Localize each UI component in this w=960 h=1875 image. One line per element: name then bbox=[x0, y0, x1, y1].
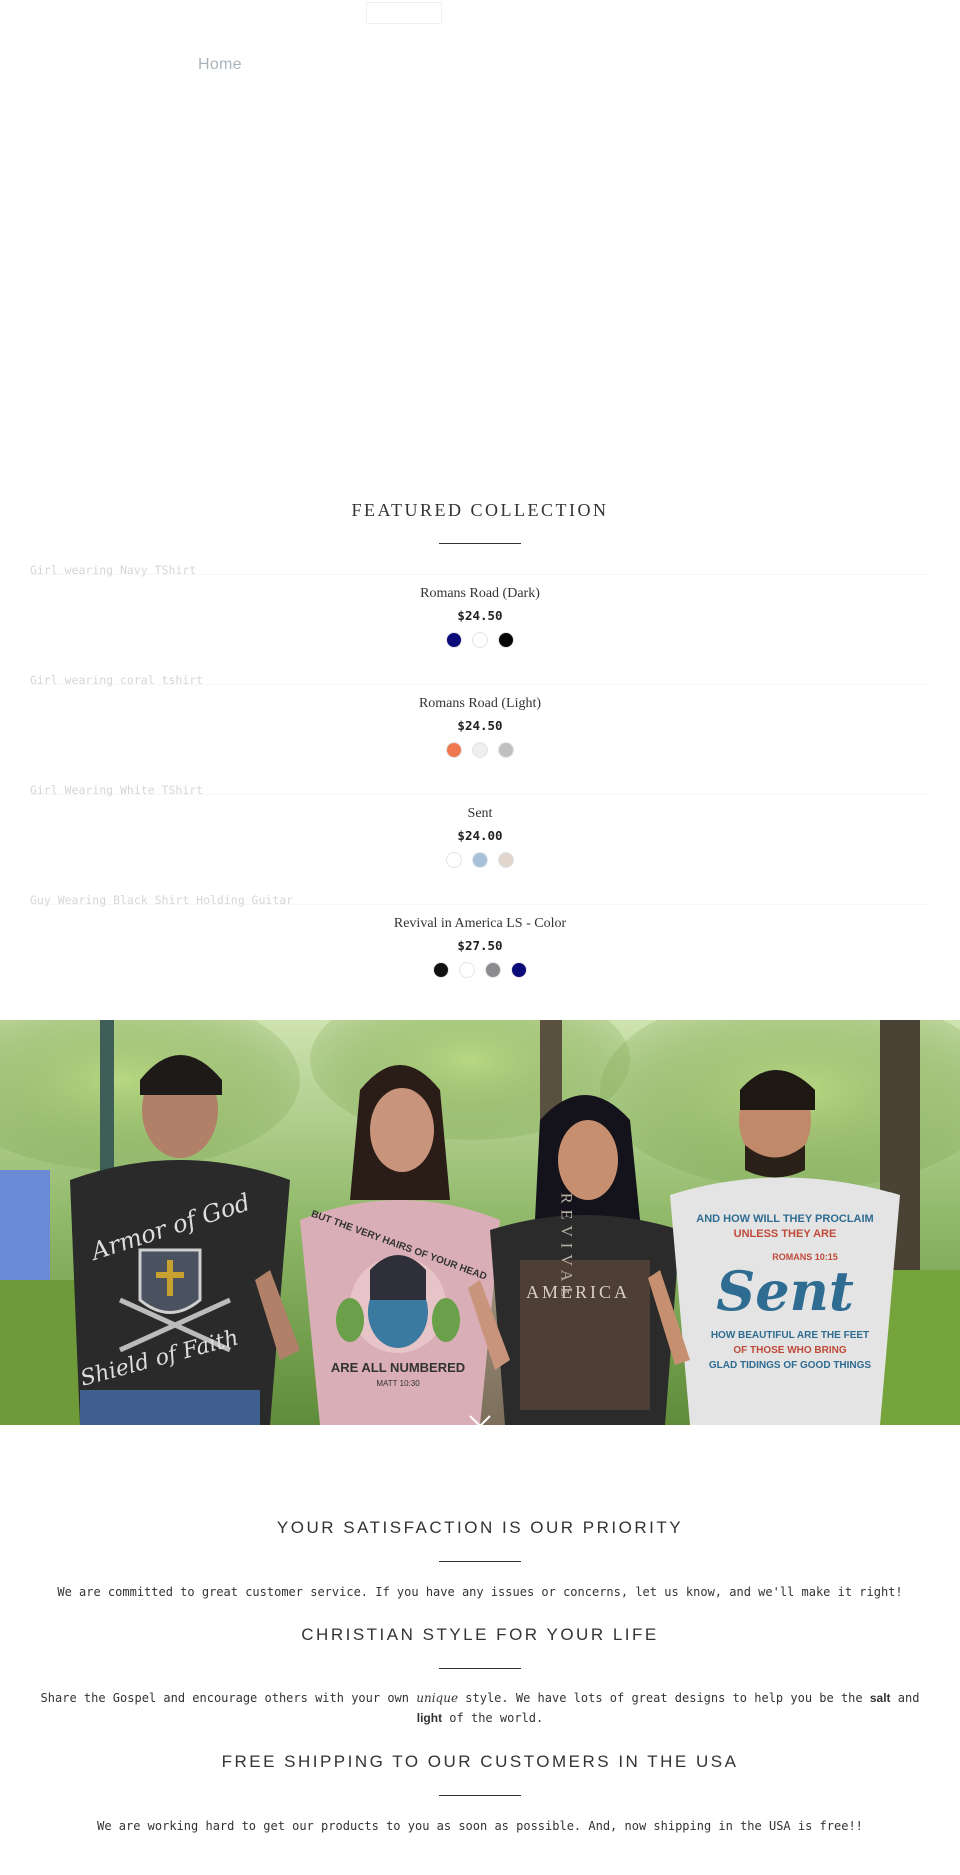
shirt-text: Sent bbox=[716, 1259, 854, 1323]
product-image[interactable]: Guy Wearing Black Shirt Holding Guitar bbox=[30, 894, 930, 906]
color-swatch[interactable] bbox=[472, 852, 488, 868]
chevron-down-icon[interactable] bbox=[469, 1414, 491, 1428]
color-swatch[interactable] bbox=[459, 962, 475, 978]
title-divider bbox=[439, 1668, 521, 1669]
nav-home-link[interactable]: Home bbox=[198, 56, 242, 74]
product-image[interactable]: Girl wearing coral tshirt bbox=[30, 674, 930, 686]
product-image[interactable]: Girl Wearing White TShirt bbox=[30, 784, 930, 796]
color-swatch[interactable] bbox=[485, 962, 501, 978]
shirt-text: UNLESS THEY ARE bbox=[734, 1228, 837, 1240]
product-name[interactable]: Romans Road (Light) bbox=[30, 696, 930, 712]
product-name[interactable]: Revival in America LS - Color bbox=[30, 916, 930, 932]
shirt-text: REVIVAL bbox=[558, 1193, 575, 1303]
color-swatch[interactable] bbox=[498, 742, 514, 758]
featured-collection-title: FEATURED COLLECTION bbox=[351, 500, 609, 520]
color-swatch[interactable] bbox=[511, 962, 527, 978]
color-swatch[interactable] bbox=[433, 962, 449, 978]
info-text-part: style. We have lots of great designs to … bbox=[458, 1691, 870, 1705]
info-text: Share the Gospel and encourage others wi… bbox=[30, 1688, 930, 1728]
shirt-text: GLAD TIDINGS OF GOOD THINGS bbox=[709, 1360, 872, 1371]
info-text-part: of the world. bbox=[442, 1711, 544, 1725]
info-text: We are working hard to get our products … bbox=[97, 1819, 863, 1833]
info-title: CHRISTIAN STYLE FOR YOUR LIFE bbox=[301, 1625, 659, 1644]
shirt-text: AMERICA bbox=[526, 1282, 630, 1302]
title-divider bbox=[439, 1795, 521, 1796]
color-swatch[interactable] bbox=[446, 852, 462, 868]
color-swatch[interactable] bbox=[498, 852, 514, 868]
info-text-emphasis: unique bbox=[416, 1691, 459, 1705]
info-text-bold: light bbox=[416, 1711, 443, 1725]
color-swatches bbox=[30, 632, 930, 648]
shirt-text: MATT 10:30 bbox=[376, 1379, 420, 1388]
product-name[interactable]: Romans Road (Dark) bbox=[30, 586, 930, 602]
color-swatch[interactable] bbox=[446, 742, 462, 758]
color-swatches bbox=[30, 852, 930, 868]
hero-image: Armor of God Shield of Faith BUT THE VER… bbox=[0, 1020, 960, 1425]
product-price: $24.00 bbox=[457, 828, 503, 843]
shirt-text: AND HOW WILL THEY PROCLAIM bbox=[696, 1213, 873, 1225]
title-divider bbox=[439, 543, 521, 544]
logo-placeholder[interactable] bbox=[366, 2, 442, 24]
color-swatches bbox=[30, 962, 930, 978]
product-price: $24.50 bbox=[457, 608, 503, 623]
color-swatches bbox=[30, 742, 930, 758]
info-title: YOUR SATISFACTION IS OUR PRIORITY bbox=[276, 1518, 684, 1537]
color-swatch[interactable] bbox=[472, 632, 488, 648]
shirt-text: ARE ALL NUMBERED bbox=[331, 1360, 465, 1375]
product-image[interactable]: Girl wearing Navy TShirt bbox=[30, 564, 930, 576]
product-price: $24.50 bbox=[457, 718, 503, 733]
color-swatch[interactable] bbox=[472, 742, 488, 758]
shirt-text: HOW BEAUTIFUL ARE THE FEET bbox=[711, 1330, 869, 1341]
info-text-part: and bbox=[890, 1691, 920, 1705]
info-text-bold: salt bbox=[869, 1691, 891, 1705]
product-price: $27.50 bbox=[457, 938, 503, 953]
color-swatch[interactable] bbox=[446, 632, 462, 648]
info-text: We are committed to great customer servi… bbox=[57, 1585, 903, 1599]
info-text-part: Share the Gospel and encourage others wi… bbox=[40, 1691, 417, 1705]
info-title: FREE SHIPPING TO OUR CUSTOMERS IN THE US… bbox=[221, 1752, 739, 1771]
title-divider bbox=[439, 1561, 521, 1562]
shirt-text: OF THOSE WHO BRING bbox=[733, 1345, 847, 1356]
color-swatch[interactable] bbox=[498, 632, 514, 648]
product-name[interactable]: Sent bbox=[30, 806, 930, 822]
